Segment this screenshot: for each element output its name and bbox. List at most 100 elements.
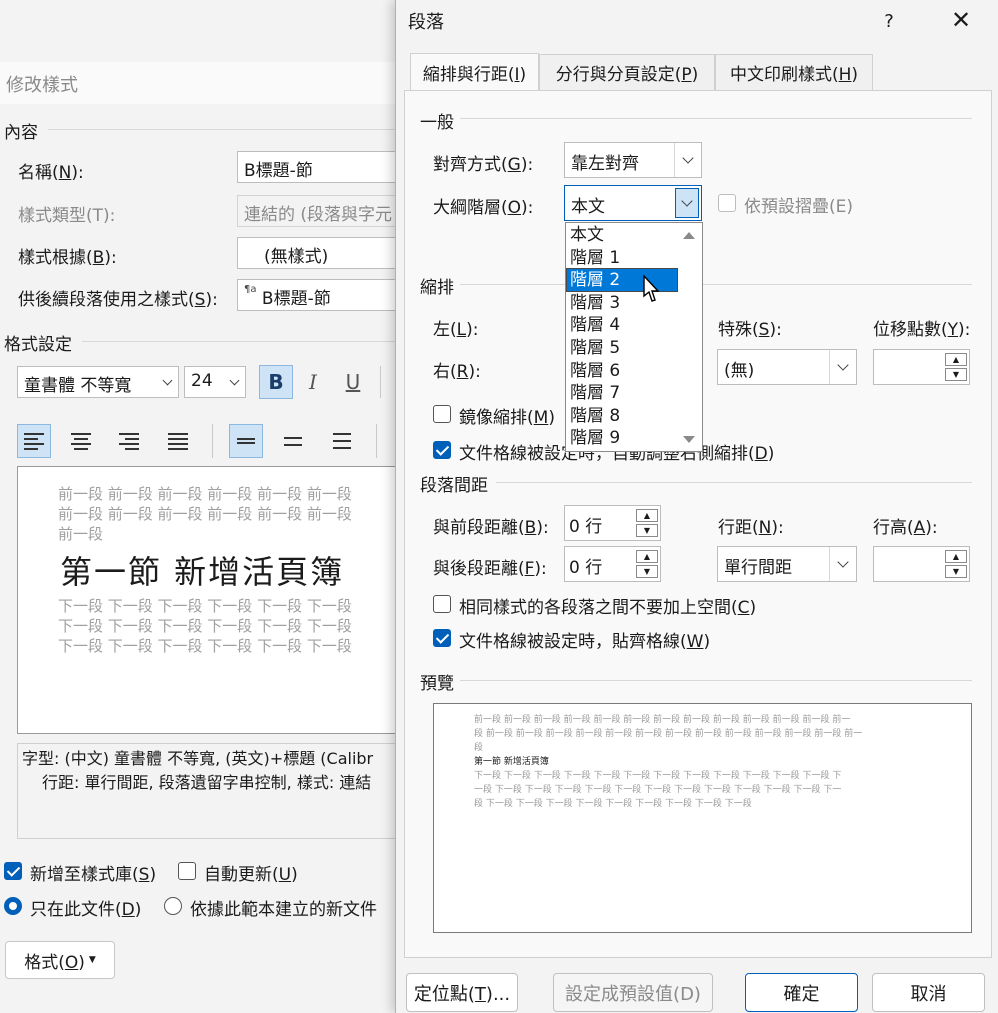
preview-line: 前一段 前一段 前一段 前一段 前一段 前一段 前一段 前一段 前一段 前一段 … <box>474 715 851 725</box>
preview-sample-text: 第一節 新增活頁簿 <box>474 757 549 767</box>
justify-icon <box>168 432 188 450</box>
spin-down-icon[interactable]: ▼ <box>636 565 658 578</box>
chevron-down-icon <box>674 143 701 177</box>
outline-level-option[interactable]: 階層 8 <box>567 405 677 427</box>
spacing-before-label: 與前段距離(B): <box>433 518 549 538</box>
spinner-buttons[interactable]: ▲ ▼ <box>945 352 967 382</box>
only-this-document-label: 只在此文件(D) <box>30 900 142 920</box>
scroll-up-icon[interactable] <box>683 232 695 239</box>
ok-button[interactable]: 確定 <box>745 973 858 1012</box>
spinner-buttons[interactable]: ▲ ▼ <box>636 549 658 579</box>
format-button[interactable]: 格式(O) ▼ <box>5 941 115 979</box>
spin-down-icon[interactable]: ▼ <box>945 565 967 578</box>
tab-indents-spacing[interactable]: 縮排與行距(I) <box>410 53 539 91</box>
close-icon: ✕ <box>950 6 972 34</box>
preview-line: 前一段 <box>58 525 104 543</box>
line-spacing-select[interactable]: 單行間距 <box>717 546 857 582</box>
align-left-button[interactable] <box>17 424 51 458</box>
align-left-icon <box>24 432 44 450</box>
preview-line: 下一段 下一段 下一段 下一段 下一段 下一段 <box>58 617 352 635</box>
tab-line-page-breaks[interactable]: 分行與分頁設定(P) <box>539 54 715 90</box>
align-right-button[interactable] <box>112 424 146 458</box>
divider <box>496 482 972 483</box>
one-half-spacing-button[interactable] <box>276 424 310 458</box>
mirror-indents-label: 鏡像縮排(M) <box>459 408 555 428</box>
spinner-buttons[interactable]: ▲ ▼ <box>636 508 658 538</box>
outline-level-option[interactable]: 本文 <box>567 224 677 246</box>
auto-adjust-right-indent-checkbox[interactable] <box>433 441 451 459</box>
font-size-value: 24 <box>191 371 213 391</box>
next-style-select[interactable]: ¶a B標題-節 <box>237 279 407 311</box>
by-spinner[interactable]: ▲ ▼ <box>873 349 970 385</box>
paragraph-preview-pane: 前一段 前一段 前一段 前一段 前一段 前一段 前一段 前一段 前一段 前一段 … <box>433 703 972 933</box>
align-center-icon <box>71 432 91 450</box>
auto-update-label: 自動更新(U) <box>204 865 298 885</box>
single-spacing-icon <box>237 438 255 444</box>
add-to-gallery-label: 新增至樣式庫(S) <box>30 865 157 885</box>
toolbar-separator <box>212 424 213 458</box>
tabs-button[interactable]: 定位點(T)... <box>406 973 518 1012</box>
outline-level-option[interactable]: 階層 7 <box>567 382 677 404</box>
single-spacing-button[interactable] <box>229 424 263 458</box>
spacing-before-spinner[interactable]: 0 行 ▲ ▼ <box>564 505 661 541</box>
spin-up-icon[interactable]: ▲ <box>945 353 967 366</box>
add-to-gallery-checkbox[interactable] <box>4 862 22 880</box>
special-select[interactable]: (無) <box>717 349 857 385</box>
spin-down-icon[interactable]: ▼ <box>945 368 967 381</box>
align-center-button[interactable] <box>64 424 98 458</box>
at-spinner[interactable]: ▲ ▼ <box>873 546 970 582</box>
font-name-select[interactable]: 童書體 不等寬 <box>17 366 179 398</box>
outline-level-option[interactable]: 階層 5 <box>567 337 677 359</box>
new-documents-radio[interactable] <box>164 897 182 915</box>
outline-level-option[interactable]: 階層 1 <box>567 247 677 269</box>
chevron-down-icon <box>675 188 699 218</box>
bold-button[interactable]: B <box>259 365 293 399</box>
right-indent-label: 右(R): <box>433 362 481 382</box>
double-spacing-button[interactable] <box>325 424 359 458</box>
chevron-down-icon <box>829 350 856 384</box>
indentation-section-label: 縮排 <box>420 278 454 298</box>
tab-label: 中文印刷樣式(H) <box>729 65 859 85</box>
preview-line: 下一段 下一段 下一段 下一段 下一段 下一段 <box>58 597 352 615</box>
tabs-button-label: 定位點(T)... <box>413 983 511 1005</box>
outline-level-option[interactable]: 階層 6 <box>567 360 677 382</box>
set-as-default-button[interactable]: 設定成預設值(D) <box>553 973 713 1012</box>
style-based-on-select[interactable]: (無樣式) <box>237 237 407 269</box>
outline-level-option[interactable]: 階層 4 <box>567 314 677 336</box>
spacing-before-value: 0 行 <box>569 517 603 537</box>
at-label: 行高(A): <box>873 518 938 538</box>
preview-line: 前一段 前一段 前一段 前一段 前一段 前一段 <box>58 485 352 503</box>
underline-button[interactable]: U <box>336 365 370 399</box>
tab-asian-typography[interactable]: 中文印刷樣式(H) <box>715 54 873 90</box>
scroll-down-icon[interactable] <box>683 436 695 443</box>
spacing-after-label: 與後段距離(F): <box>433 559 547 579</box>
close-button[interactable]: ✕ <box>943 4 979 36</box>
spin-up-icon[interactable]: ▲ <box>945 550 967 563</box>
description-line: 行距: 單行間距, 段落遺留字串控制, 樣式: 連結 <box>42 773 372 792</box>
help-button[interactable]: ? <box>874 6 904 36</box>
outline-level-option[interactable]: 階層 9 <box>567 427 677 449</box>
spacing-after-spinner[interactable]: 0 行 ▲ ▼ <box>564 546 661 582</box>
only-this-document-radio[interactable] <box>4 897 22 915</box>
preview-line: 段 <box>474 743 484 753</box>
justify-button[interactable] <box>161 424 195 458</box>
mirror-indents-checkbox[interactable] <box>433 405 451 423</box>
new-documents-label: 依據此範本建立的新文件 <box>190 900 377 920</box>
spin-up-icon[interactable]: ▲ <box>636 509 658 522</box>
no-space-same-style-checkbox[interactable] <box>433 595 451 613</box>
spinner-buttons[interactable]: ▲ ▼ <box>945 549 967 579</box>
alignment-label: 對齊方式(G): <box>433 155 534 175</box>
outline-level-select[interactable]: 本文 <box>564 185 702 221</box>
cancel-button[interactable]: 取消 <box>872 973 985 1012</box>
snap-to-grid-checkbox[interactable] <box>433 629 451 647</box>
name-field[interactable]: B標題-節 <box>237 151 407 183</box>
alignment-value: 靠左對齊 <box>571 154 639 174</box>
spin-up-icon[interactable]: ▲ <box>636 550 658 563</box>
font-size-select[interactable]: 24 <box>184 366 246 398</box>
collapsed-by-default-checkbox <box>718 194 736 212</box>
italic-button[interactable]: I <box>296 365 330 399</box>
spin-down-icon[interactable]: ▼ <box>636 524 658 537</box>
alignment-select[interactable]: 靠左對齊 <box>564 142 702 178</box>
dropdown-scrollbar[interactable] <box>677 224 701 450</box>
auto-update-checkbox[interactable] <box>178 862 196 880</box>
